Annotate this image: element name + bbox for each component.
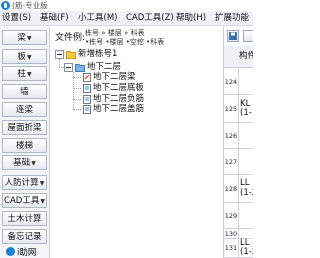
app-title: (筋-专业版 <box>12 1 48 10</box>
zhu-logo-icon <box>6 247 15 256</box>
sidebar-item-foundation[interactable]: 基础▼ <box>2 155 47 170</box>
menu-help[interactable]: 帮助(H) <box>176 11 206 25</box>
table-row[interactable]: 126 <box>224 123 253 149</box>
document-icon <box>83 84 91 93</box>
right-panel: 构件 124 125 KL (1- 126 127 128 LL (1-2) 1… <box>223 27 253 258</box>
sidebar-item-label: 备忘记录 <box>7 232 42 242</box>
tree-node-label: 地下二层盖筋 <box>93 104 145 114</box>
tree-connector <box>73 77 81 78</box>
column-divider <box>238 123 239 148</box>
tree-connector <box>73 99 81 100</box>
component-span: (1-2) <box>240 188 253 198</box>
sidebar: 梁▼ 板▼ 柱▼ 墙 连梁 屋面折梁 楼梯 基础▼ 人防计算▼ CAD工具▼ 土… <box>0 27 50 258</box>
table-row[interactable]: 128 LL (1-2) <box>224 175 253 203</box>
sidebar-item-label: 土木计算 <box>7 214 42 224</box>
save-icon <box>229 32 237 40</box>
tree-node-label: 地下二层底板 <box>93 83 145 93</box>
menu-settings[interactable]: 设置(S) <box>2 11 31 25</box>
menu-extensions[interactable]: 扩展功能 <box>215 11 249 25</box>
grid-header-component: 构件 <box>239 51 253 61</box>
example-path-line2: •栋号 •楼层 •空挖 •科表 <box>85 38 165 46</box>
collapse-icon[interactable] <box>55 50 64 59</box>
sidebar-item-label: 楼梯 <box>15 141 33 151</box>
chevron-down-icon: ▼ <box>39 180 45 187</box>
chevron-down-icon: ▼ <box>26 71 32 78</box>
document-icon <box>83 95 91 104</box>
document-edit-icon <box>83 73 91 82</box>
tree-connector <box>73 109 81 110</box>
sidebar-item-label: 梁 <box>17 33 26 43</box>
tree-connector <box>59 59 60 67</box>
row-number: 130 <box>224 230 238 238</box>
chevron-down-icon: ▼ <box>31 160 36 167</box>
toolbar-button[interactable] <box>243 30 253 42</box>
chevron-down-icon: ▼ <box>40 198 45 205</box>
row-number: 124 <box>224 78 238 86</box>
sidebar-item-slab[interactable]: 板▼ <box>2 49 47 64</box>
component-span: (1-2) <box>240 247 253 257</box>
column-divider <box>238 95 239 122</box>
save-button[interactable] <box>227 30 239 42</box>
sidebar-item-memo[interactable]: 备忘记录 <box>2 229 47 244</box>
column-divider <box>238 69 239 94</box>
sidebar-item-label: 柱 <box>17 69 26 79</box>
menu-cad-tools[interactable]: CAD工具(Z) <box>126 11 174 25</box>
column-divider <box>238 203 239 228</box>
tree-node-label: 地下二层梁 <box>93 72 136 82</box>
folder-icon <box>75 64 85 72</box>
menu-small-tools[interactable]: 小工具(M) <box>78 11 117 25</box>
chevron-down-icon: ▼ <box>26 35 32 42</box>
tree-connector <box>73 88 81 89</box>
sidebar-item-civil-calc[interactable]: 土木计算 <box>2 211 47 226</box>
menu-bar: 设置(S) 基础(F) 小工具(M) CAD工具(Z) 帮助(H) 扩展功能 <box>0 11 253 26</box>
sidebar-item-roof-folded-beam[interactable]: 屋面折梁 <box>2 120 47 135</box>
sidebar-item-label: i助网 <box>17 248 37 258</box>
row-number: 128 <box>224 185 238 193</box>
main-panel: 文件例: 栋号 » 楼层 » 科表 •栋号 •楼层 •空挖 •科表 新增栋号1 … <box>51 27 223 258</box>
app-logo-icon <box>1 1 10 10</box>
table-row[interactable]: 127 <box>224 149 253 175</box>
column-divider <box>238 229 239 238</box>
sidebar-item-zhu-wang[interactable]: i助网 <box>2 246 47 258</box>
sidebar-item-civil-defense[interactable]: 人防计算▼ <box>2 175 47 190</box>
sidebar-item-wall[interactable]: 墙 <box>2 84 47 99</box>
sidebar-item-label: 基础 <box>13 158 31 168</box>
file-example-label: 文件例: <box>55 33 86 43</box>
sidebar-item-label: CAD工具 <box>4 196 40 206</box>
column-divider <box>238 175 239 202</box>
column-divider <box>238 239 239 257</box>
table-row[interactable]: 131 LL (1-2) <box>224 239 253 258</box>
title-bar: (筋-专业版 <box>0 0 253 11</box>
table-row[interactable]: 124 <box>224 69 253 95</box>
sidebar-item-label: 连梁 <box>15 105 33 115</box>
row-number: 131 <box>224 244 238 252</box>
sidebar-item-label: 板 <box>17 52 26 62</box>
tree-node-label: 新增栋号1 <box>78 49 118 59</box>
column-divider <box>238 149 239 174</box>
sidebar-item-label: 人防计算 <box>4 178 39 188</box>
document-icon <box>83 105 91 114</box>
grid-header-row: 构件 <box>224 46 253 68</box>
sidebar-item-label: 屋面折梁 <box>7 123 42 133</box>
sidebar-item-stairs[interactable]: 楼梯 <box>2 138 47 153</box>
component-span: (1- <box>240 108 252 118</box>
row-number: 127 <box>224 158 238 166</box>
chevron-down-icon: ▼ <box>26 54 32 61</box>
sidebar-item-coupling-beam[interactable]: 连梁 <box>2 102 47 117</box>
collapse-icon[interactable] <box>64 63 73 72</box>
sidebar-item-column[interactable]: 柱▼ <box>2 66 47 81</box>
row-number: 129 <box>224 212 238 220</box>
row-number: 126 <box>224 132 238 140</box>
row-number: 125 <box>224 105 238 113</box>
sidebar-item-label: 墙 <box>20 87 29 97</box>
sidebar-item-cad-tools[interactable]: CAD工具▼ <box>2 193 47 208</box>
folder-open-icon <box>66 51 76 59</box>
sidebar-item-beam[interactable]: 梁▼ <box>2 30 47 45</box>
menu-basic[interactable]: 基础(F) <box>40 11 69 25</box>
component-name: LL <box>240 178 250 188</box>
table-row[interactable]: 125 KL (1- <box>224 95 253 123</box>
table-row[interactable]: 129 <box>224 203 253 229</box>
